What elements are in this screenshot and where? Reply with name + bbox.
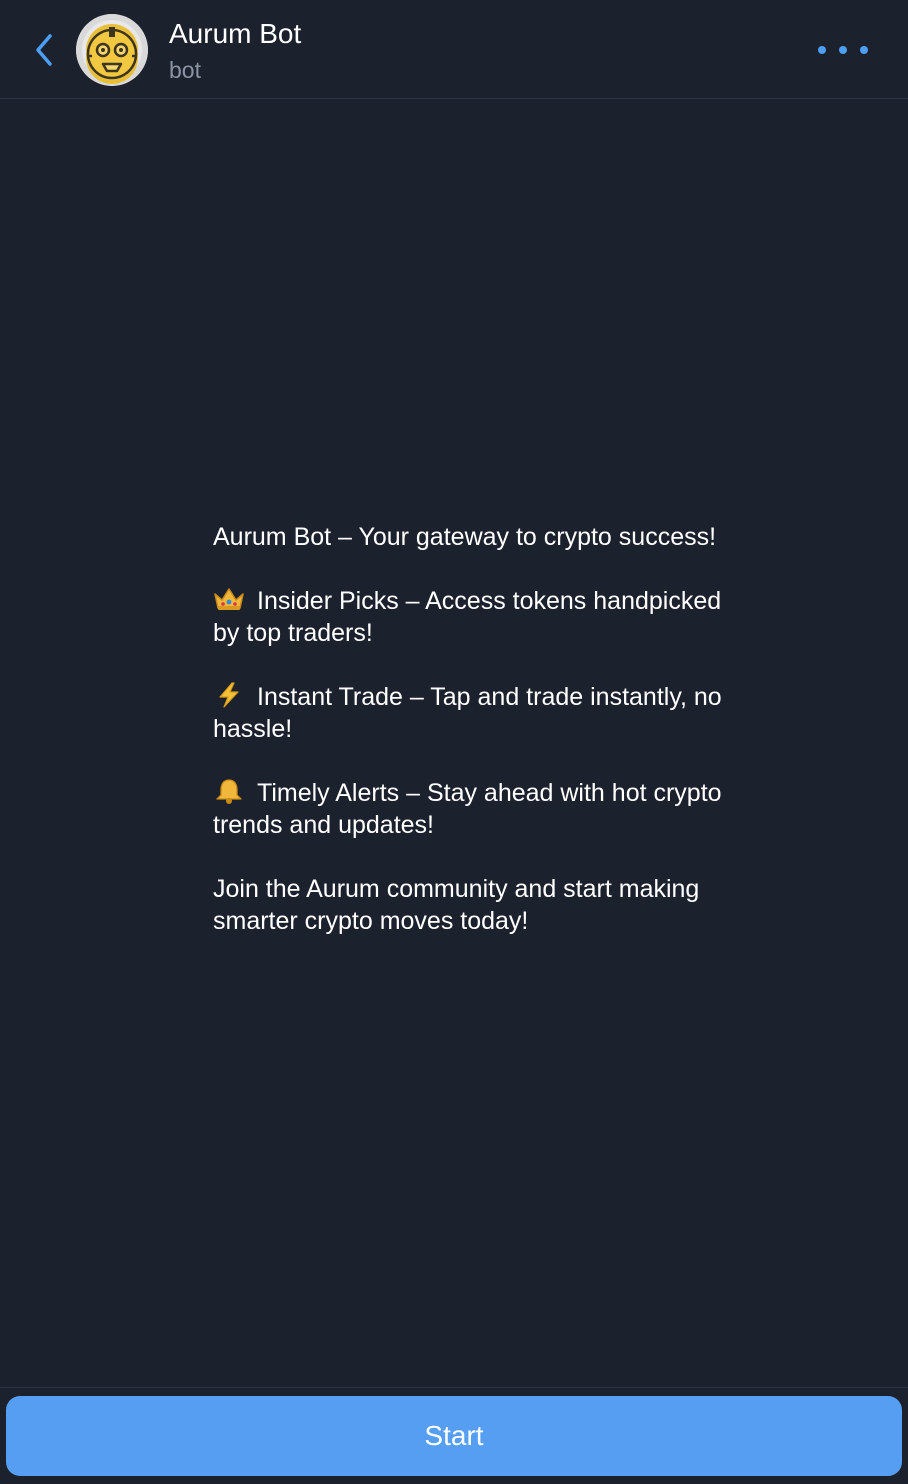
more-horizontal-icon [818,46,826,54]
chat-subtitle: bot [169,57,201,83]
divider [0,1387,908,1388]
intro-headline: Aurum Bot – Your gateway to crypto succe… [213,523,717,551]
lightning-icon [219,682,239,708]
chat-header: Aurum Bot bot [0,0,908,99]
feature-item: Insider Picks – Access tokens handpicked… [213,585,733,649]
chevron-left-icon [36,34,52,66]
robot-avatar-icon [76,14,148,86]
start-button[interactable]: Start [6,1396,902,1476]
feature-text: Insider Picks – Access tokens handpicked… [213,587,722,647]
feature-item: Timely Alerts – Stay ahead with hot cryp… [213,777,733,841]
more-horizontal-icon-dot [860,46,868,54]
intro-closing: Join the Aurum community and start makin… [213,875,700,935]
more-options-button[interactable] [818,38,868,62]
chat-title: Aurum Bot [169,18,302,49]
more-horizontal-icon-dot [839,46,847,54]
crown-icon [214,588,244,610]
avatar[interactable] [76,14,148,86]
feature-text: Instant Trade – Tap and trade instantly,… [213,683,722,743]
feature-item: Instant Trade – Tap and trade instantly,… [213,681,733,745]
bell-icon [216,779,242,804]
feature-text: Timely Alerts – Stay ahead with hot cryp… [213,779,722,839]
back-button[interactable] [24,28,64,72]
bot-description: Aurum Bot – Your gateway to crypto succe… [213,521,733,937]
